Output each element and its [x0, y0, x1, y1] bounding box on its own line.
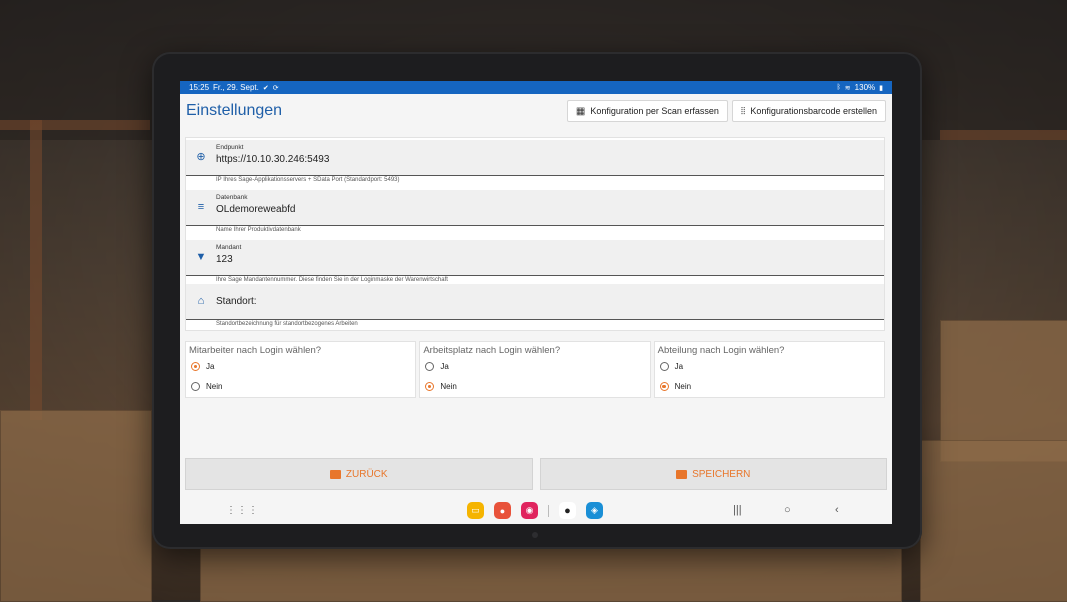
location-input-box: ⌂ Standort: — [186, 284, 884, 320]
battery-percent: 130% — [854, 83, 876, 92]
employee-radio-title: Mitarbeiter nach Login wählen? — [189, 345, 322, 356]
save-label: SPEICHERN — [692, 468, 751, 480]
location-hint: Standortbezeichnung für standortbezogene… — [216, 321, 358, 327]
tablet-frame: 15:25 Fr., 29. Sept. ✔ ⟳ ᛒ ≋ 130% ▮ Eins… — [152, 52, 922, 549]
warehouse-icon: ⌂ — [197, 295, 205, 307]
client-label: Mandant — [216, 244, 242, 251]
background-shelf — [940, 130, 1067, 140]
location-label: Standort: — [216, 296, 257, 307]
app-drawer-icon[interactable]: ⋮⋮⋮ — [226, 505, 259, 516]
endpoint-label: Endpunkt — [216, 144, 244, 151]
status-bar: 15:25 Fr., 29. Sept. ✔ ⟳ ᛒ ≋ 130% ▮ — [180, 81, 892, 94]
scan-config-label: Konfiguration per Scan erfassen — [590, 106, 719, 116]
app-header: Einstellungen ▦ Konfiguration per Scan e… — [180, 94, 892, 128]
app-dock: ▭ ● ◉ ● ◈ — [467, 502, 603, 519]
radio-unchecked-icon — [425, 362, 435, 371]
radio-label: Nein — [440, 382, 457, 391]
client-input-box: ▼ Mandant 123 — [186, 240, 884, 276]
database-icon: ≡ — [197, 201, 205, 213]
battery-icon: ▮ — [879, 84, 883, 92]
barcode-scan-icon: ⦙⦙ — [740, 105, 746, 117]
home-icon[interactable]: ○ — [784, 504, 791, 516]
scanner-app-icon[interactable]: ◈ — [586, 502, 603, 519]
scan-config-button[interactable]: ▦ Konfiguration per Scan erfassen — [566, 100, 728, 122]
bookmark-icon: ▼ — [195, 251, 207, 263]
radio-label: Ja — [440, 362, 449, 371]
tablet-screen: 15:25 Fr., 29. Sept. ✔ ⟳ ᛒ ≋ 130% ▮ Eins… — [180, 81, 892, 524]
save-button[interactable]: SPEICHERN — [539, 458, 887, 490]
create-barcode-label: Konfigurationsbarcode erstellen — [750, 106, 877, 116]
camera-icon — [532, 532, 538, 538]
database-input-box: ≡ Datenbank OLdemoreweabfd — [186, 190, 884, 226]
employee-radio-yes[interactable]: Ja — [191, 362, 214, 371]
recent-apps-icon[interactable]: ||| — [733, 504, 742, 516]
radio-label: Nein — [206, 382, 223, 391]
radio-label: Nein — [674, 382, 692, 391]
employee-radio-group: Mitarbeiter nach Login wählen? Ja Nein — [185, 341, 417, 398]
database-hint: Name Ihrer Produktivdatenbank — [216, 227, 301, 233]
back-button[interactable]: ZURÜCK — [185, 458, 533, 490]
database-value[interactable]: OLdemoreweabfd — [216, 204, 296, 215]
status-time: 15:25 — [189, 83, 210, 92]
browser-app-icon[interactable]: ● — [559, 502, 576, 519]
radio-unchecked-icon — [659, 362, 669, 371]
settings-form: ⊕ Endpunkt https://10.10.30.246:5493 IP … — [185, 137, 885, 331]
back-nav-icon[interactable]: ‹ — [835, 504, 839, 516]
radio-checked-icon — [659, 382, 669, 391]
department-radio-group: Abteilung nach Login wählen? Ja Nein — [653, 341, 885, 398]
qr-grid-icon: ▦ — [575, 105, 586, 117]
client-hint: Ihre Sage Mandantennummer. Diese finden … — [216, 277, 448, 283]
department-radio-title: Abteilung nach Login wählen? — [657, 345, 785, 356]
action-bar: ZURÜCK SPEICHERN — [185, 458, 887, 490]
login-options: Mitarbeiter nach Login wählen? Ja Nein A… — [185, 341, 885, 398]
client-value[interactable]: 123 — [216, 254, 233, 265]
radio-checked-icon — [425, 382, 435, 391]
check-circle-icon: ✔ — [262, 84, 269, 92]
workplace-radio-yes[interactable]: Ja — [425, 362, 449, 371]
background-box — [0, 410, 152, 602]
background-shelf-post — [30, 120, 42, 420]
radio-label: Ja — [206, 362, 215, 371]
globe-icon: ⊕ — [196, 151, 206, 163]
camera-app-icon[interactable]: ◉ — [521, 502, 538, 519]
database-label: Datenbank — [216, 194, 248, 201]
background-box — [200, 548, 902, 602]
department-radio-yes[interactable]: Ja — [659, 362, 684, 371]
dock-separator — [548, 504, 549, 517]
status-date: Fr., 29. Sept. — [213, 83, 259, 92]
background-box — [920, 440, 1067, 602]
save-disk-icon — [676, 469, 688, 479]
backspace-icon — [329, 469, 341, 479]
endpoint-hint: IP Ihres Sage-Applikationsservers + SDat… — [216, 177, 400, 183]
background-shelf — [0, 120, 150, 130]
workplace-radio-title: Arbeitsplatz nach Login wählen? — [423, 345, 561, 356]
android-nav-bar: ⋮⋮⋮ ▭ ● ◉ ● ◈ ||| ○ ‹ — [180, 497, 892, 524]
radio-checked-icon — [191, 362, 200, 371]
wifi-icon: ≋ — [844, 84, 851, 92]
sync-icon: ⟳ — [272, 84, 279, 92]
back-label: ZURÜCK — [345, 468, 388, 480]
employee-radio-no[interactable]: Nein — [191, 382, 222, 391]
create-barcode-button[interactable]: ⦙⦙ Konfigurationsbarcode erstellen — [731, 100, 886, 122]
endpoint-value[interactable]: https://10.10.30.246:5493 — [216, 154, 329, 165]
files-app-icon[interactable]: ▭ — [467, 502, 484, 519]
workplace-radio-group: Arbeitsplatz nach Login wählen? Ja Nein — [419, 341, 651, 398]
radio-label: Ja — [674, 362, 684, 371]
contacts-app-icon[interactable]: ● — [494, 502, 511, 519]
department-radio-no[interactable]: Nein — [659, 382, 692, 391]
bluetooth-icon: ᛒ — [836, 84, 841, 91]
page-title: Einstellungen — [186, 102, 283, 119]
workplace-radio-no[interactable]: Nein — [425, 382, 457, 391]
endpoint-input-box: ⊕ Endpunkt https://10.10.30.246:5493 — [186, 140, 884, 176]
radio-unchecked-icon — [191, 382, 200, 391]
